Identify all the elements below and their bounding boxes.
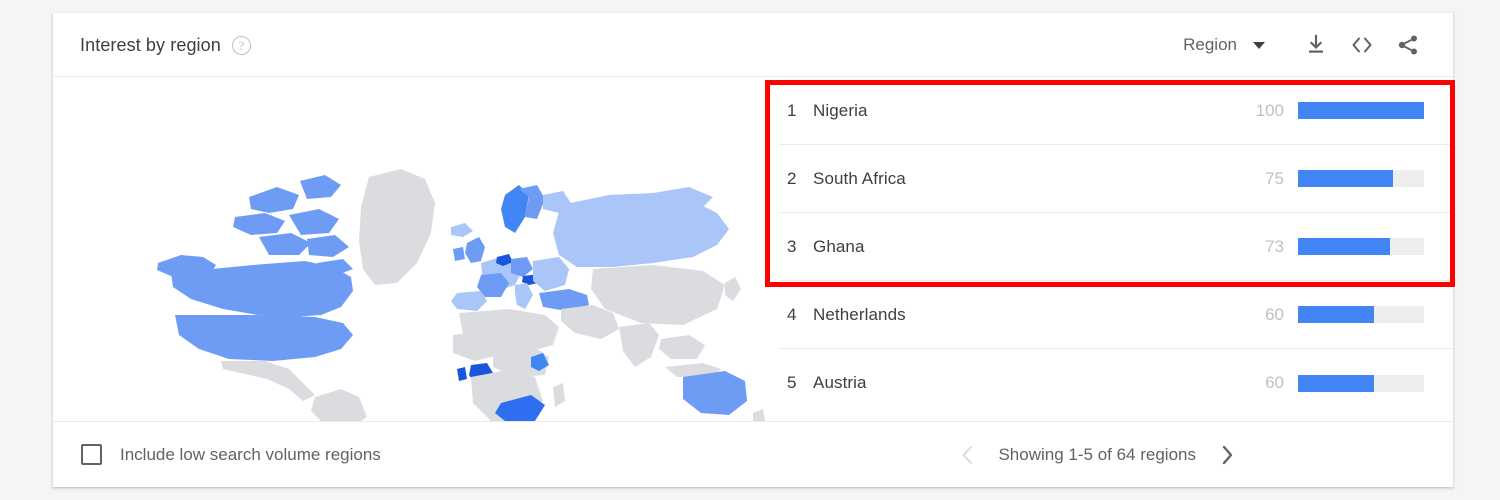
table-row[interactable]: 4 Netherlands 60 (779, 281, 1453, 349)
include-low-volume-label: Include low search volume regions (120, 444, 381, 464)
region-bar-track (1298, 238, 1424, 255)
pagination: Showing 1-5 of 64 regions (956, 422, 1238, 487)
chevron-right-icon[interactable] (1216, 444, 1238, 466)
region-name: Austria (813, 373, 867, 392)
region-value: 60 (1265, 304, 1284, 324)
region-bar-track (1298, 374, 1424, 392)
region-rank: 2 (787, 168, 797, 188)
region-rank: 4 (787, 304, 797, 324)
region-value: 75 (1265, 168, 1284, 188)
embed-code-icon[interactable] (1339, 22, 1385, 68)
table-row[interactable]: 2 South Africa 75 (779, 145, 1453, 213)
card-body: 1 Nigeria 100 2 South Africa 75 3 Ghana … (53, 77, 1453, 421)
region-bar-fill (1298, 306, 1374, 323)
region-name: Netherlands (813, 304, 906, 324)
card-footer: Include low search volume regions Showin… (53, 421, 1453, 486)
region-bar-track (1298, 102, 1424, 119)
share-icon[interactable] (1385, 22, 1431, 68)
region-name: Ghana (813, 236, 865, 256)
region-value: 60 (1265, 373, 1284, 392)
help-circle-icon[interactable]: ? (231, 35, 251, 55)
map-landmasses (157, 169, 765, 421)
table-row[interactable]: 5 Austria 60 (779, 349, 1453, 417)
region-dropdown[interactable]: Region (1173, 29, 1273, 61)
card-header: Interest by region ? Region (53, 13, 1453, 77)
region-bar-fill (1298, 238, 1390, 255)
world-choropleth-map[interactable] (53, 77, 765, 421)
region-value: 73 (1265, 236, 1284, 256)
region-rank: 1 (787, 100, 797, 120)
chevron-down-icon (1253, 41, 1265, 49)
region-dropdown-label: Region (1183, 35, 1237, 54)
pagination-status: Showing 1-5 of 64 regions (998, 444, 1196, 464)
region-bar-track (1298, 170, 1424, 187)
page-title: Interest by region (80, 34, 221, 55)
region-bar-fill (1298, 374, 1374, 392)
header-toolbar: Region (1173, 13, 1431, 77)
interest-by-region-card: Interest by region ? Region 1 Nigeria 10… (53, 13, 1455, 487)
region-rank: 3 (787, 236, 797, 256)
include-low-volume-checkbox[interactable]: Include low search volume regions (81, 422, 381, 487)
region-bar-track (1298, 306, 1424, 323)
download-icon[interactable] (1293, 22, 1339, 68)
chevron-left-icon[interactable] (956, 444, 978, 466)
checkbox-icon[interactable] (81, 444, 102, 465)
table-row[interactable]: 1 Nigeria 100 (779, 77, 1453, 145)
region-bar-fill (1298, 102, 1424, 119)
region-name: Nigeria (813, 100, 868, 120)
header-title-group: Interest by region ? (80, 13, 251, 77)
region-name: South Africa (813, 168, 906, 188)
region-rank: 5 (787, 373, 797, 392)
region-ranking-list: 1 Nigeria 100 2 South Africa 75 3 Ghana … (765, 77, 1453, 421)
region-bar-fill (1298, 170, 1393, 187)
region-value: 100 (1255, 100, 1284, 120)
table-row[interactable]: 3 Ghana 73 (779, 213, 1453, 281)
